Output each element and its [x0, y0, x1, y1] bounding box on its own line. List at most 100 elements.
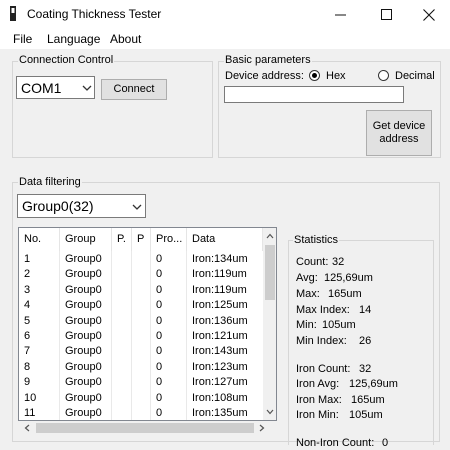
cell-data: Iron:119um: [192, 268, 247, 281]
cell-group: Group0: [65, 391, 102, 404]
table-row[interactable]: 3 Group0 0 Iron:119um: [19, 283, 263, 298]
cell-pro: 0: [156, 283, 163, 296]
table-row[interactable]: 2 Group0 0 Iron:119um: [19, 267, 263, 282]
cell-data: Iron:121um: [192, 330, 248, 342]
cell-pro: 0: [156, 299, 163, 312]
decimal-radio[interactable]: [378, 70, 389, 81]
cell-pro: 0: [156, 360, 163, 373]
table-row[interactable]: 10 Group0 0 Iron:108um: [19, 391, 263, 406]
column-header-p1[interactable]: P.: [112, 228, 132, 251]
cell-pro: 0: [156, 330, 163, 342]
cell-no: 11: [24, 407, 36, 419]
stat-avg-label: Avg:: [296, 272, 318, 284]
cell-data: Iron:134um: [192, 253, 248, 265]
menu-language[interactable]: Language: [47, 32, 100, 46]
table-row[interactable]: 9 Group0 0 Iron:127um: [19, 375, 263, 390]
horizontal-scrollbar[interactable]: [19, 421, 277, 435]
cell-no: 9: [24, 376, 31, 389]
table-row[interactable]: 6 Group0 0 Iron:121um: [19, 329, 263, 344]
scroll-right-icon[interactable]: [259, 424, 265, 432]
column-header-group[interactable]: Group: [60, 228, 112, 251]
statistics-label: Statistics: [293, 234, 340, 246]
cell-group: Group0: [65, 407, 102, 419]
stat-iron-max-value: 165um: [351, 394, 385, 406]
app-icon: [10, 6, 16, 21]
cell-no: 5: [24, 314, 31, 327]
cell-data: Iron:123um: [192, 360, 248, 373]
scroll-left-icon[interactable]: [24, 424, 30, 432]
cell-no: 1: [24, 253, 31, 265]
column-header-p2[interactable]: P: [132, 228, 151, 251]
table-row[interactable]: 11 Group0 0 Iron:135um: [19, 406, 263, 420]
table-row[interactable]: 8 Group0 0 Iron:123um: [19, 360, 263, 375]
vertical-scrollbar[interactable]: [263, 228, 276, 420]
stat-iron-avg-value: 125,69um: [349, 378, 398, 390]
connect-button[interactable]: Connect: [101, 79, 167, 100]
cell-pro: 0: [156, 314, 163, 327]
scrollbar-thumb[interactable]: [265, 245, 275, 300]
cell-group: Group0: [65, 268, 102, 281]
close-icon: [423, 8, 435, 21]
cell-group: Group0: [65, 283, 102, 296]
cell-data: Iron:119um: [192, 283, 247, 296]
stat-non-iron-count-value: 0: [382, 437, 389, 449]
cell-group: Group0: [65, 345, 102, 358]
cell-data: Iron:143um: [192, 345, 248, 358]
table-row[interactable]: 7 Group0 0 Iron:143um: [19, 344, 263, 359]
device-address-label: Device address:: [225, 70, 304, 82]
close-button[interactable]: [406, 0, 450, 29]
column-header-data[interactable]: Data: [187, 228, 263, 251]
stat-max-index-label: Max Index:: [296, 304, 350, 316]
cell-no: 2: [24, 268, 31, 281]
scroll-up-icon[interactable]: [266, 233, 274, 239]
cell-data: Iron:135um: [192, 407, 248, 419]
port-value: COM1: [21, 80, 62, 96]
table-row[interactable]: 1 Group0 0 Iron:134um: [19, 252, 263, 267]
minimize-icon: [334, 14, 346, 15]
menu-file[interactable]: File: [13, 32, 32, 46]
horizontal-scrollbar-thumb[interactable]: [36, 423, 254, 433]
cell-pro: 0: [156, 376, 163, 389]
connection-control-label: Connection Control: [18, 54, 115, 66]
stat-max-value: 165um: [328, 288, 362, 300]
cell-group: Group0: [65, 299, 102, 312]
cell-pro: 0: [156, 268, 163, 281]
maximize-icon: [380, 9, 392, 20]
stat-count-label: Count:: [296, 256, 329, 268]
menu-about[interactable]: About: [110, 32, 141, 46]
cell-pro: 0: [156, 253, 163, 265]
cell-pro: 0: [156, 345, 163, 358]
data-filtering-label: Data filtering: [18, 176, 82, 188]
group-filter-combobox[interactable]: Group0(32): [17, 194, 146, 218]
table-row[interactable]: 4 Group0 0 Iron:125um: [19, 298, 263, 313]
stat-iron-avg-label: Iron Avg:: [296, 378, 340, 390]
get-device-address-button[interactable]: Get device address: [366, 110, 432, 156]
window-title: Coating Thickness Tester: [27, 7, 162, 21]
hex-radio[interactable]: [309, 70, 320, 81]
maximize-button[interactable]: [363, 0, 409, 29]
data-list[interactable]: No. Group P. P Pro... Data 1 Group0 0 Iron:…: [18, 227, 277, 421]
stat-max-index-value: 14: [359, 304, 372, 316]
device-address-input[interactable]: [224, 86, 404, 103]
cell-no: 10: [24, 391, 37, 404]
cell-no: 4: [24, 299, 31, 312]
cell-no: 7: [24, 345, 31, 358]
column-header-no[interactable]: No.: [19, 228, 60, 251]
table-row[interactable]: 5 Group0 0 Iron:136um: [19, 314, 263, 329]
cell-group: Group0: [65, 253, 102, 265]
chevron-down-icon: [132, 204, 142, 210]
stat-iron-count-label: Iron Count:: [296, 363, 351, 375]
column-header-pro[interactable]: Pro...: [151, 228, 187, 251]
radio-selected-dot: [312, 73, 317, 78]
scroll-down-icon[interactable]: [266, 409, 274, 415]
cell-pro: 0: [156, 391, 163, 404]
cell-no: 6: [24, 330, 31, 342]
stat-count-value: 32: [332, 256, 345, 268]
stat-min-value: 105um: [322, 319, 356, 331]
cell-group: Group0: [65, 314, 102, 327]
cell-data: Iron:136um: [192, 314, 248, 327]
minimize-button[interactable]: [317, 0, 363, 29]
stat-min-index-label: Min Index:: [296, 335, 347, 347]
decimal-label: Decimal: [395, 70, 435, 82]
port-combobox[interactable]: COM1: [16, 76, 95, 99]
